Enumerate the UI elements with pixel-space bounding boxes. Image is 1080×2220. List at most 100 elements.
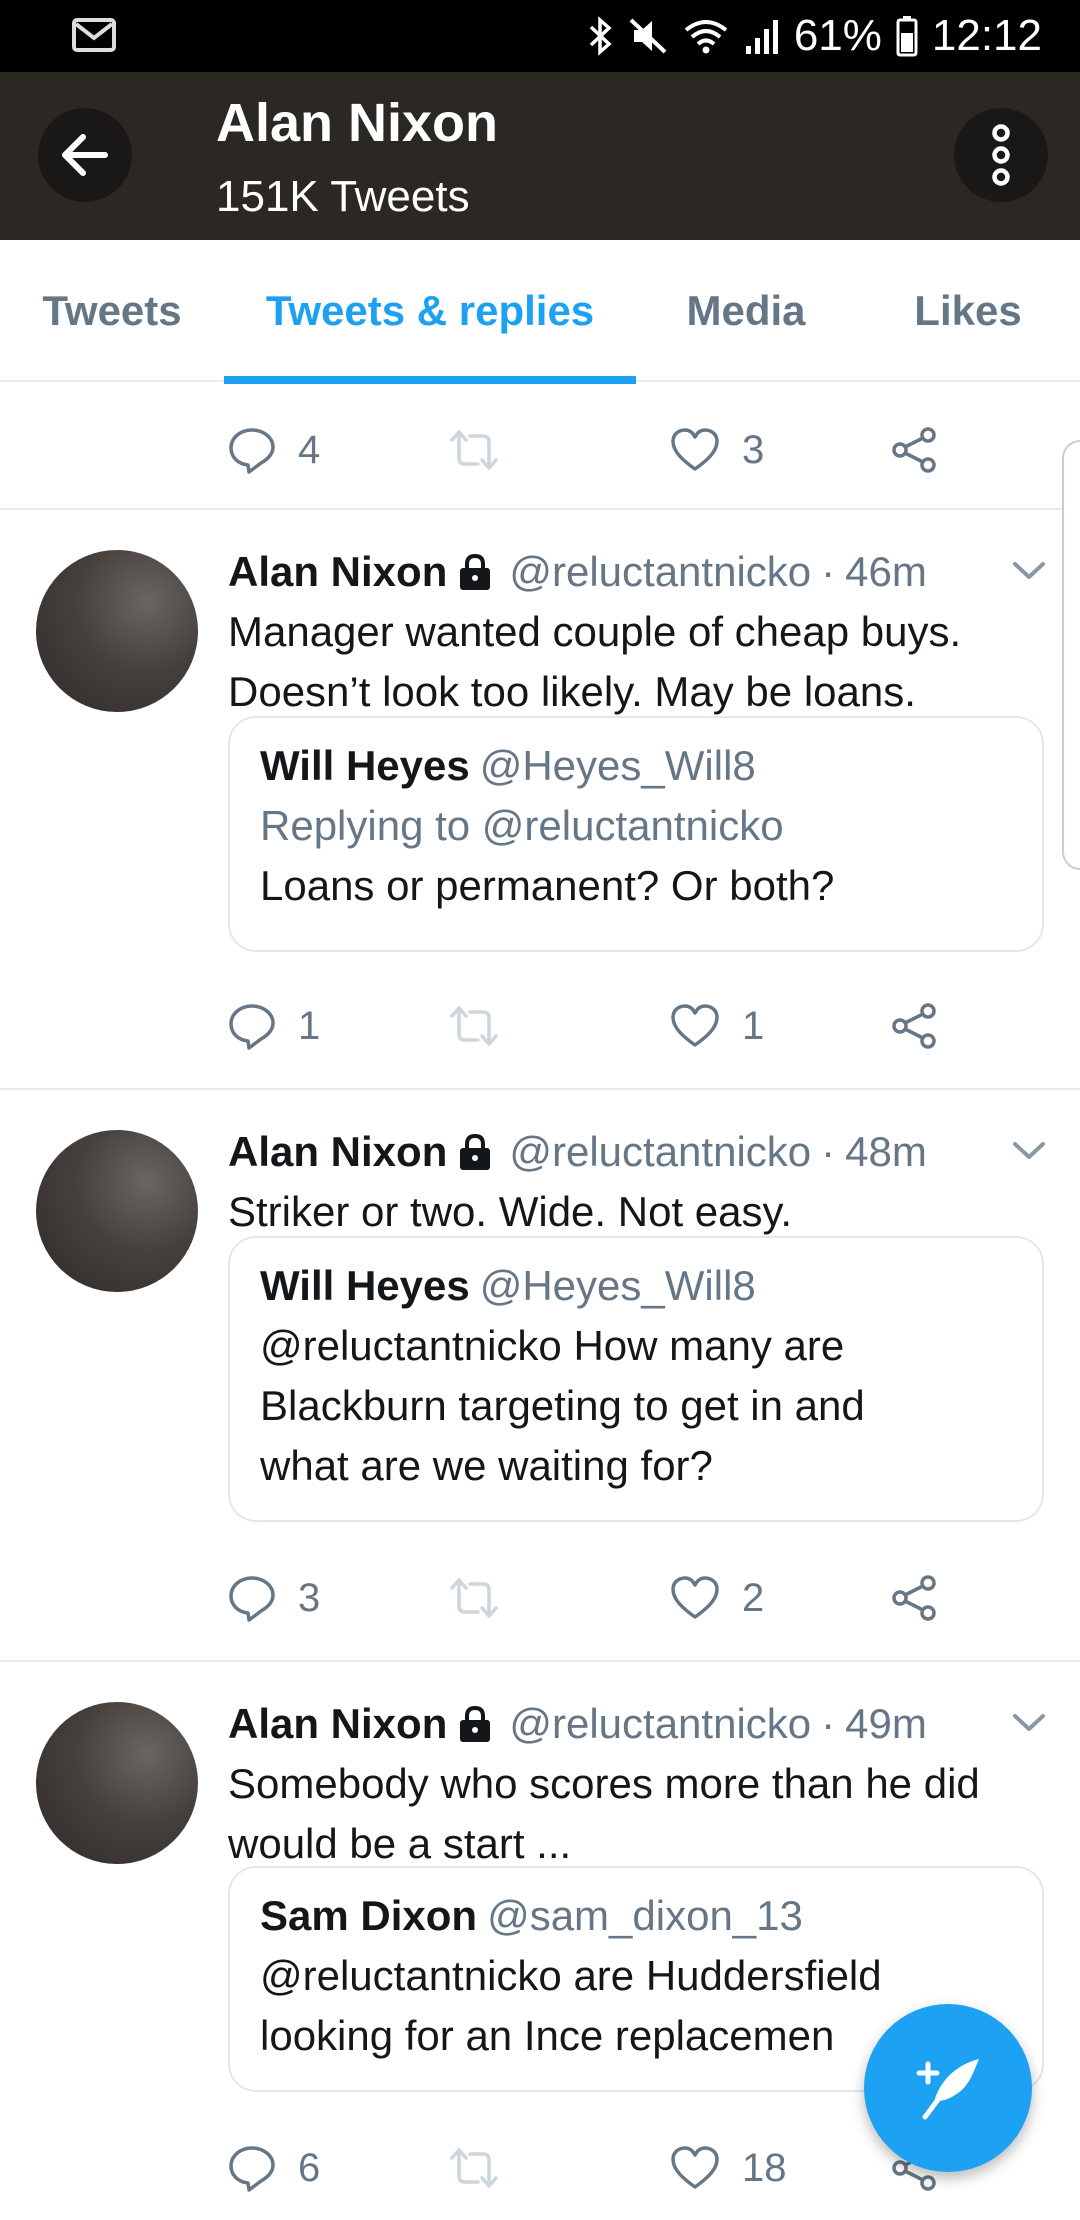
battery-icon	[896, 16, 918, 57]
author-handle[interactable]: @reluctantnicko	[509, 548, 811, 596]
reply-count: 6	[298, 2145, 321, 2190]
tweet-time: 46m	[845, 548, 927, 595]
tab-tweets[interactable]: Tweets	[0, 240, 224, 382]
share-icon	[892, 427, 936, 473]
reply-button[interactable]: 4	[228, 410, 320, 490]
tweet-count: 151K Tweets	[216, 172, 470, 221]
tab-tweets-and-replies[interactable]: Tweets & replies	[224, 240, 636, 384]
quoted-tweet-text: what are we waiting for?	[260, 1442, 713, 1489]
separator: ·	[821, 1128, 836, 1175]
separator: ·	[821, 1700, 836, 1747]
retweet-button[interactable]	[446, 2128, 502, 2208]
avatar[interactable]	[36, 1702, 198, 1864]
retweet-button[interactable]	[446, 986, 502, 1066]
tweet-item[interactable]: Alan Nixon @reluctantnicko · 46m Manager…	[0, 510, 1080, 1088]
mute-icon	[629, 18, 667, 54]
author-name: Alan Nixon	[228, 1128, 448, 1175]
reply-button[interactable]: 3	[228, 1558, 320, 1638]
quoted-author-name: Sam Dixon	[260, 1892, 478, 1939]
author-handle[interactable]: @reluctantnicko	[509, 1128, 811, 1176]
tweet-text: Striker or two. Wide. Not easy.	[228, 1182, 1048, 1242]
author-handle[interactable]: @reluctantnicko	[509, 1700, 811, 1748]
bluetooth-icon	[589, 16, 612, 56]
reply-count: 1	[298, 1003, 321, 1048]
tab-media[interactable]: Media	[636, 240, 856, 382]
reply-icon	[229, 1004, 275, 1050]
tab-likes[interactable]: Likes	[856, 240, 1080, 382]
tweet-text-line: Doesn’t look too likely. May be loans.	[228, 668, 916, 715]
reply-button[interactable]: 1	[228, 986, 320, 1066]
like-button[interactable]: 1	[670, 986, 764, 1066]
quoted-author-handle: @Heyes_Will8	[479, 742, 756, 789]
like-button[interactable]: 2	[670, 1558, 764, 1638]
retweet-icon	[450, 430, 498, 470]
quoted-author-handle: @Heyes_Will8	[479, 1262, 756, 1309]
tweet-header: Alan Nixon @reluctantnicko · 49m	[228, 1694, 1048, 1754]
battery-percent: 61%	[793, 11, 882, 60]
share-button[interactable]	[890, 1558, 938, 1638]
retweet-icon	[450, 1578, 498, 1618]
tweet-item[interactable]: Alan Nixon @reluctantnicko · 48m Striker…	[0, 1090, 1080, 1660]
reply-count: 4	[298, 427, 321, 472]
reply-icon	[229, 1576, 275, 1622]
reply-icon	[229, 428, 275, 474]
more-vertical-icon	[992, 124, 1010, 186]
chevron-down-icon[interactable]	[1012, 1140, 1046, 1162]
tweet-text-line: Somebody who scores more than he did	[228, 1760, 980, 1807]
scrollbar-thumb[interactable]	[1062, 440, 1080, 870]
tweet-header: Alan Nixon @reluctantnicko · 48m	[228, 1122, 1048, 1182]
retweet-icon	[450, 2148, 498, 2188]
quoted-tweet-text: Loans or permanent? Or both?	[260, 862, 835, 909]
tweet-time: 48m	[845, 1128, 927, 1175]
retweet-button[interactable]	[446, 410, 502, 490]
more-options-button[interactable]	[954, 108, 1048, 202]
avatar[interactable]	[36, 550, 198, 712]
lock-icon	[460, 1133, 491, 1170]
quoted-tweet-text: @reluctantnicko are Huddersfield	[260, 1952, 882, 1999]
tweet-text-line: would be a start ...	[228, 1820, 572, 1867]
share-icon	[892, 1003, 936, 1049]
heart-icon	[671, 1004, 719, 1047]
lock-icon	[460, 553, 491, 590]
quoted-author-handle: @sam_dixon_13	[487, 1892, 803, 1939]
avatar[interactable]	[36, 1130, 198, 1292]
profile-tabs: Tweets Tweets & replies Media Likes	[0, 240, 1080, 384]
back-arrow-icon	[62, 134, 108, 176]
tweet-actions: 4 3	[228, 410, 988, 490]
author-name: Alan Nixon	[228, 1700, 448, 1747]
compose-tweet-button[interactable]	[864, 2004, 1032, 2172]
like-count: 18	[742, 2145, 787, 2190]
tweet-text: Manager wanted couple of cheap buys. Doe…	[228, 602, 1048, 722]
reply-button[interactable]: 6	[228, 2128, 320, 2208]
share-icon	[892, 1575, 936, 1621]
like-button[interactable]: 3	[670, 410, 764, 490]
chevron-down-icon[interactable]	[1012, 1712, 1046, 1734]
share-button[interactable]	[890, 986, 938, 1066]
timeline[interactable]: 4 3 Alan Nixon @reluctantnicko · 46m Man…	[0, 382, 1080, 2220]
tweet-actions: 3 2	[228, 1558, 988, 1638]
share-button[interactable]	[890, 410, 938, 490]
like-count: 1	[742, 1003, 765, 1048]
chevron-down-icon[interactable]	[1012, 560, 1046, 582]
lock-icon	[460, 1705, 491, 1742]
separator: ·	[821, 548, 836, 595]
quoted-tweet-card[interactable]: Will Heyes @Heyes_Will8 Replying to @relu…	[228, 716, 1044, 952]
quoted-tweet-card[interactable]: Will Heyes @Heyes_Will8 @reluctantnicko H…	[228, 1236, 1044, 1522]
tweet-text-line: Manager wanted couple of cheap buys.	[228, 608, 962, 655]
quoted-tweet-header: Will Heyes @Heyes_Will8	[260, 1256, 1014, 1316]
heart-icon	[671, 428, 719, 471]
retweet-button[interactable]	[446, 1558, 502, 1638]
replying-to: Replying to @reluctantnicko	[260, 802, 784, 849]
like-button[interactable]: 18	[670, 2128, 787, 2208]
mail-icon	[72, 18, 116, 52]
signal-icon	[745, 20, 778, 54]
heart-icon	[671, 2146, 719, 2189]
quoted-tweet-header: Will Heyes @Heyes_Will8	[260, 736, 1014, 796]
author-name: Alan Nixon	[228, 548, 448, 595]
tweet-actions: 1 1	[228, 986, 988, 1066]
back-button[interactable]	[38, 108, 132, 202]
profile-name: Alan Nixon	[216, 93, 499, 153]
reply-icon	[229, 2146, 275, 2192]
reply-count: 3	[298, 1575, 321, 1620]
tweet-actions: 6 18	[228, 2128, 988, 2208]
